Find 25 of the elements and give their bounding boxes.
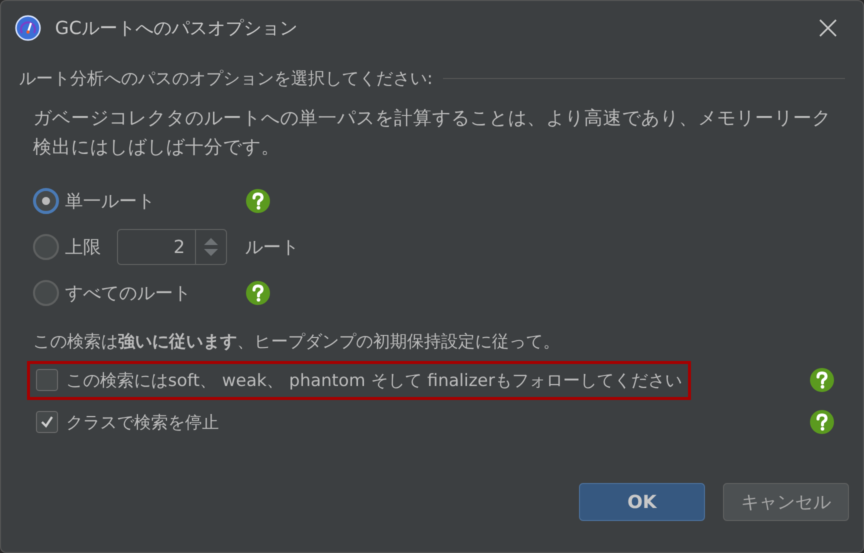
checkbox[interactable] <box>36 411 58 433</box>
help-icon[interactable] <box>809 409 835 435</box>
checkbox-label: クラスで検索を停止 <box>66 412 219 434</box>
option-label: すべてのルート <box>65 282 192 305</box>
gauge-icon <box>15 15 41 41</box>
help-icon[interactable] <box>809 367 835 393</box>
radio-button[interactable] <box>33 234 59 260</box>
note-text: この検索は強いに従います、ヒープダンプの初期保持設定に従って。 <box>33 331 561 353</box>
checkbox-label: この検索にはsoft、 weak、 phantom そして finalizerもフォローしてください <box>66 370 682 392</box>
close-icon[interactable] <box>819 19 837 37</box>
radio-button[interactable] <box>33 188 59 214</box>
checkbox[interactable] <box>36 369 58 391</box>
option-label: 上限 <box>65 236 101 259</box>
ok-button[interactable]: OK <box>579 483 705 521</box>
number-spinner[interactable]: 2 <box>117 229 227 265</box>
cancel-button[interactable]: キャンセル <box>723 483 849 521</box>
unit-label: ルート <box>245 236 299 259</box>
description-text: ガベージコレクタのルートへの単一パスを計算することは、より高速であり、メモリーリーク検出にはしばしば十分です。 <box>33 107 832 160</box>
checkmark-icon <box>39 414 55 430</box>
window-title: GCルートへのパスオプション <box>55 17 299 40</box>
option-label: 単一ルート <box>65 190 156 213</box>
radio-button[interactable] <box>33 280 59 306</box>
help-icon[interactable] <box>245 188 271 214</box>
section-label: ルート分析へのパスのオプションを選択してください: <box>19 68 433 90</box>
help-icon[interactable] <box>245 280 271 306</box>
